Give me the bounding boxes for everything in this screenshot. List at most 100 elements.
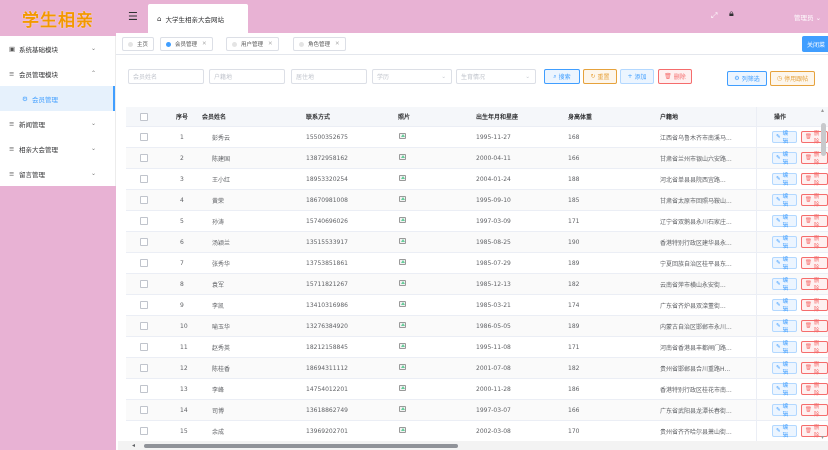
edit-button[interactable]: ✎ 编辑: [772, 362, 797, 376]
close-icon[interactable]: ✕: [202, 41, 207, 47]
table-row[interactable]: 5 孙涛 15740696026 1997-03-09 171 辽宁省双鹅县永川石家庄..…: [126, 211, 828, 232]
header-height[interactable]: 身高体重: [568, 112, 592, 121]
row-checkbox[interactable]: [140, 301, 148, 309]
table-row[interactable]: 12 陈桂香 18694311112 2001-07-08 182 贵州省邯郸县合川重路H…: [126, 358, 828, 379]
scroll-up-icon[interactable]: ▴: [821, 107, 824, 114]
table-row[interactable]: 2 陈建国 13872958162 2000-04-11 166 甘肃省兰州市银山六安路.…: [126, 148, 828, 169]
sort-button[interactable]: ◷ 停用跟帖: [770, 71, 815, 86]
search-button[interactable]: ⌕ 搜索: [544, 69, 580, 84]
edit-button[interactable]: ✎ 编辑: [772, 320, 797, 334]
photo-icon[interactable]: [399, 427, 406, 435]
photo-icon[interactable]: [399, 364, 406, 372]
row-checkbox[interactable]: [140, 364, 148, 372]
close-icon[interactable]: ✕: [268, 41, 273, 47]
photo-icon[interactable]: [399, 133, 406, 141]
header-name[interactable]: 会员姓名: [202, 112, 226, 121]
tab-home[interactable]: 主页: [122, 37, 155, 51]
row-checkbox[interactable]: [140, 322, 148, 330]
row-checkbox[interactable]: [140, 343, 148, 351]
education-select[interactable]: 学历 ⌄: [372, 69, 452, 84]
photo-icon[interactable]: [399, 301, 406, 309]
scroll-left-icon[interactable]: ◂: [132, 442, 135, 449]
row-checkbox[interactable]: [140, 238, 148, 246]
photo-icon[interactable]: [399, 322, 406, 330]
photo-icon[interactable]: [399, 175, 406, 183]
table-row[interactable]: 9 李凯 13410316986 1985-03-21 174 广东省齐炉县双滦董街...…: [126, 295, 828, 316]
select-all-checkbox[interactable]: [140, 112, 148, 121]
edit-button[interactable]: ✎ 编辑: [772, 131, 797, 145]
row-checkbox[interactable]: [140, 406, 148, 414]
vertical-scrollbar[interactable]: ▴ ▾: [820, 107, 828, 441]
lock-icon[interactable]: 🔒︎: [729, 9, 734, 19]
photo-icon[interactable]: [399, 343, 406, 351]
photo-icon[interactable]: [399, 154, 406, 162]
row-checkbox[interactable]: [140, 385, 148, 393]
photo-icon[interactable]: [399, 238, 406, 246]
row-checkbox[interactable]: [140, 133, 148, 141]
vertical-scroll-thumb[interactable]: [821, 123, 826, 156]
marital-select[interactable]: 生育情况 ⌄: [456, 69, 536, 84]
table-row[interactable]: 1 彭秀云 15500352675 1995-11-27 168 江西省乌鲁木齐市南溪马.…: [126, 127, 828, 148]
row-checkbox[interactable]: [140, 217, 148, 225]
sidebar-item-member-module[interactable]: ≡ 会员管理模块 ⌃: [0, 61, 115, 86]
table-row[interactable]: 6 汤颖兰 13515533917 1985-08-25 190 香港特别行政区建华县永.…: [126, 232, 828, 253]
header-birth[interactable]: 出生年月和星座: [476, 112, 518, 121]
table-row[interactable]: 11 赵秀英 18212158845 1995-11-08 171 河南省香港县丰都闸门路…: [126, 337, 828, 358]
tab-role-manage[interactable]: 角色管理 ✕: [293, 37, 346, 51]
photo-icon[interactable]: [399, 385, 406, 393]
scroll-down-icon[interactable]: ▾: [821, 434, 824, 441]
horizontal-scroll-thumb[interactable]: [144, 444, 458, 448]
edit-button[interactable]: ✎ 编辑: [772, 236, 797, 250]
column-filter-button[interactable]: ⚙ 列筛选: [727, 71, 767, 86]
row-checkbox[interactable]: [140, 196, 148, 204]
tab-user-manage[interactable]: 用户管理 ✕: [226, 37, 279, 51]
edit-button[interactable]: ✎ 编辑: [772, 215, 797, 229]
row-checkbox[interactable]: [140, 259, 148, 267]
edit-button[interactable]: ✎ 编辑: [772, 278, 797, 292]
table-row[interactable]: 8 袁军 15711821267 1985-12-13 182 云南省萍市横山永安街...…: [126, 274, 828, 295]
header-origin[interactable]: 户籍地: [660, 112, 678, 121]
photo-icon[interactable]: [399, 280, 406, 288]
table-row[interactable]: 7 张秀华 13753851861 1985-07-29 189 宁夏回族自治区桂平县东.…: [126, 253, 828, 274]
edit-button[interactable]: ✎ 编辑: [772, 341, 797, 355]
sidebar-item-news[interactable]: ≡ 新闻管理 ⌄: [0, 111, 115, 136]
edit-button[interactable]: ✎ 编辑: [772, 299, 797, 313]
origin-input[interactable]: 户籍地: [209, 69, 285, 84]
sidebar-item-event[interactable]: ≡ 相亲大会管理 ⌄: [0, 136, 115, 161]
header-phone[interactable]: 联系方式: [306, 112, 330, 121]
photo-icon[interactable]: [399, 196, 406, 204]
tab-member-manage[interactable]: 会员管理 ✕: [160, 37, 213, 51]
photo-icon[interactable]: [399, 259, 406, 267]
edit-button[interactable]: ✎ 编辑: [772, 404, 797, 418]
user-menu[interactable]: 管理员 ⌄: [794, 12, 821, 22]
edit-button[interactable]: ✎ 编辑: [772, 257, 797, 271]
edit-button[interactable]: ✎ 编辑: [772, 173, 797, 187]
close-all-button[interactable]: 关闭菜: [802, 36, 828, 52]
add-button[interactable]: + 添加: [620, 69, 654, 84]
fullscreen-icon[interactable]: ⤢: [711, 11, 717, 21]
photo-icon[interactable]: [399, 217, 406, 225]
edit-button[interactable]: ✎ 编辑: [772, 425, 797, 439]
member-name-input[interactable]: 会员姓名: [128, 69, 204, 84]
row-checkbox[interactable]: [140, 280, 148, 288]
table-row[interactable]: 10 喻玉华 13276384920 1986-05-05 189 内蒙古自治区邯郸市永川…: [126, 316, 828, 337]
edit-button[interactable]: ✎ 编辑: [772, 383, 797, 397]
horizontal-scrollbar[interactable]: ◂: [118, 441, 828, 450]
edit-button[interactable]: ✎ 编辑: [772, 152, 797, 166]
close-icon[interactable]: ✕: [335, 41, 340, 47]
address-input[interactable]: 居住地: [291, 69, 367, 84]
delete-button[interactable]: 🗑︎ 删除: [658, 69, 692, 84]
header-photo[interactable]: 照片: [398, 112, 410, 121]
table-row[interactable]: 14 司博 13618862749 1997-03-07 166 广东省武阳县龙潭长春街.…: [126, 400, 828, 421]
menu-toggle-icon[interactable]: ☰: [128, 10, 138, 23]
sidebar-item-member-manage[interactable]: ⚙ 会员管理: [0, 86, 115, 111]
sidebar-item-messages[interactable]: ≡ 留言管理 ⌄: [0, 161, 115, 186]
sidebar-item-system-base[interactable]: ▣ 系统基础模块 ⌄: [0, 36, 115, 61]
table-row[interactable]: 13 李峰 14754012201 2000-11-28 186 香港特别行政区桂花市南.…: [126, 379, 828, 400]
reset-button[interactable]: ↻ 重置: [583, 69, 617, 84]
row-checkbox[interactable]: [140, 154, 148, 162]
row-checkbox[interactable]: [140, 427, 148, 435]
edit-button[interactable]: ✎ 编辑: [772, 194, 797, 208]
photo-icon[interactable]: [399, 406, 406, 414]
table-row[interactable]: 15 余成 13969202701 2002-03-08 170 贵州省齐齐哈尔县萧山街.…: [126, 421, 828, 441]
